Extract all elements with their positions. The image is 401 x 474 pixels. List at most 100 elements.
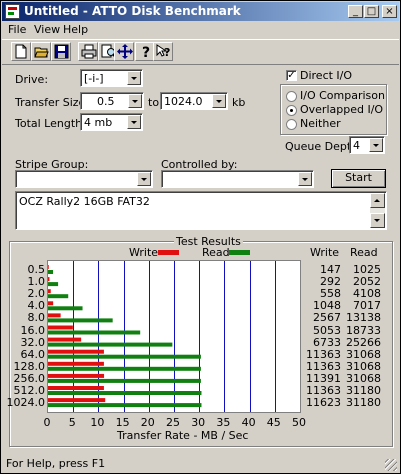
x-tick-label: 0 — [43, 416, 51, 429]
menu-help[interactable]: Help — [63, 23, 88, 36]
y-tick-label: 8.0 — [27, 311, 46, 325]
y-tick-label: 512.0 — [13, 384, 46, 397]
chevron-down-icon[interactable] — [137, 172, 151, 186]
neither-label[interactable]: Neither — [300, 117, 341, 130]
read-value: 2052 — [353, 275, 381, 289]
write-bar — [48, 313, 61, 318]
controlled-by-select[interactable] — [161, 170, 314, 188]
description-text: OCZ Rally2 16GB FAT32 — [19, 195, 150, 208]
new-button[interactable] — [11, 42, 31, 61]
scroll-down-icon[interactable] — [370, 213, 385, 228]
read-value: 31068 — [346, 371, 381, 385]
overlapped-io-label[interactable]: Overlapped I/O — [300, 103, 383, 116]
write-value: 11363 — [306, 347, 341, 361]
help-button[interactable]: ? — [135, 42, 155, 61]
stripe-group-select[interactable] — [15, 170, 153, 188]
read-bar — [48, 366, 201, 371]
x-axis-label: Transfer Rate - MB / Sec — [117, 429, 249, 442]
open-button[interactable] — [31, 42, 51, 61]
description-scrollbar[interactable] — [370, 193, 385, 228]
window-title: Untitled - ATTO Disk Benchmark — [24, 4, 241, 18]
overlapped-io-radio[interactable] — [286, 105, 297, 116]
y-tick-label: 2.0 — [27, 287, 46, 301]
queue-depth-select[interactable]: 4 — [349, 136, 385, 154]
write-value: 11363 — [306, 384, 341, 397]
menu-view[interactable]: View — [34, 23, 60, 36]
minimize-button[interactable]: _ — [348, 5, 363, 18]
transfer-size-from-select[interactable]: 0.5 — [80, 92, 144, 110]
start-button[interactable]: Start — [331, 169, 386, 188]
title-bar[interactable]: Untitled - ATTO Disk Benchmark _ □ × — [2, 2, 399, 21]
print-icon — [81, 44, 97, 59]
total-length-select[interactable]: 4 mb — [80, 113, 143, 131]
write-value: 11391 — [306, 371, 341, 385]
chevron-down-icon[interactable] — [298, 172, 312, 186]
benchmark-chart — [47, 260, 301, 413]
write-value: 292 — [320, 275, 341, 289]
x-tick-label: 35 — [216, 416, 231, 429]
chevron-down-icon[interactable] — [127, 115, 141, 129]
x-tick-label: 25 — [166, 416, 180, 429]
y-tick-label: 128.0 — [13, 359, 46, 373]
menu-bar: File View Help — [2, 21, 399, 38]
write-bar — [48, 277, 50, 282]
write-value: 147 — [320, 263, 341, 276]
write-bar — [48, 301, 54, 306]
toolbar: ? ? — [2, 39, 399, 65]
read-bar — [48, 391, 202, 395]
status-text: For Help, press F1 — [6, 457, 106, 470]
x-tick-label: 20 — [140, 416, 155, 429]
x-tick-label: 50 — [292, 416, 306, 429]
context-help-button[interactable]: ? — [153, 42, 173, 61]
app-icon[interactable] — [5, 4, 20, 19]
drive-value: [-i-] — [84, 72, 104, 85]
y-tick-label: 4.0 — [27, 299, 46, 313]
resize-grip-icon[interactable] — [385, 459, 397, 471]
y-tick-label: 1.0 — [27, 275, 46, 289]
move-button[interactable] — [114, 42, 134, 61]
io-comparison-radio[interactable] — [286, 91, 297, 102]
help-icon: ? — [142, 45, 150, 59]
direct-io-label[interactable]: Direct I/O — [300, 69, 352, 82]
read-bar — [48, 306, 83, 311]
kb-label: kb — [232, 96, 246, 109]
io-comparison-label[interactable]: I/O Comparison — [300, 89, 385, 102]
x-tick-label: 5 — [68, 416, 76, 429]
transfer-size-label: Transfer Size: — [15, 96, 90, 109]
open-icon — [34, 47, 49, 58]
legend-read-swatch — [229, 250, 250, 255]
transfer-size-to-value: 1024.0 — [164, 95, 203, 108]
save-button[interactable] — [51, 42, 71, 61]
svg-text:?: ? — [142, 45, 150, 59]
save-icon — [54, 44, 69, 59]
write-bar — [48, 361, 104, 366]
write-value: 2567 — [313, 311, 341, 325]
write-value: 5053 — [313, 323, 341, 337]
write-bar — [48, 337, 82, 342]
legend-write-swatch — [158, 250, 179, 255]
neither-radio[interactable] — [286, 119, 297, 130]
description-textarea[interactable]: OCZ Rally2 16GB FAT32 — [15, 191, 387, 230]
direct-io-checkbox[interactable]: ✓ — [286, 70, 297, 81]
drive-select[interactable]: [-i-] — [80, 69, 143, 87]
close-button[interactable]: × — [382, 5, 397, 18]
read-bar — [48, 378, 201, 383]
menu-file[interactable]: File — [8, 23, 26, 36]
scroll-up-icon[interactable] — [370, 193, 385, 208]
transfer-size-to-select[interactable]: 1024.0 — [160, 92, 228, 110]
svg-text:?: ? — [164, 46, 170, 59]
maximize-button[interactable]: □ — [364, 5, 379, 18]
legend-write-label: Write — [129, 246, 159, 259]
read-value: 31180 — [346, 384, 381, 397]
write-value: 11363 — [306, 359, 341, 373]
drive-label: Drive: — [15, 73, 49, 86]
chevron-down-icon[interactable] — [212, 94, 226, 108]
chevron-down-icon[interactable] — [127, 71, 141, 85]
write-value: 558 — [320, 287, 341, 301]
print-button[interactable] — [78, 42, 98, 61]
chevron-down-icon[interactable] — [369, 138, 383, 152]
x-tick-label: 30 — [191, 416, 206, 429]
write-bar — [48, 373, 105, 378]
read-value: 25266 — [346, 335, 381, 349]
chevron-down-icon[interactable] — [128, 94, 142, 108]
